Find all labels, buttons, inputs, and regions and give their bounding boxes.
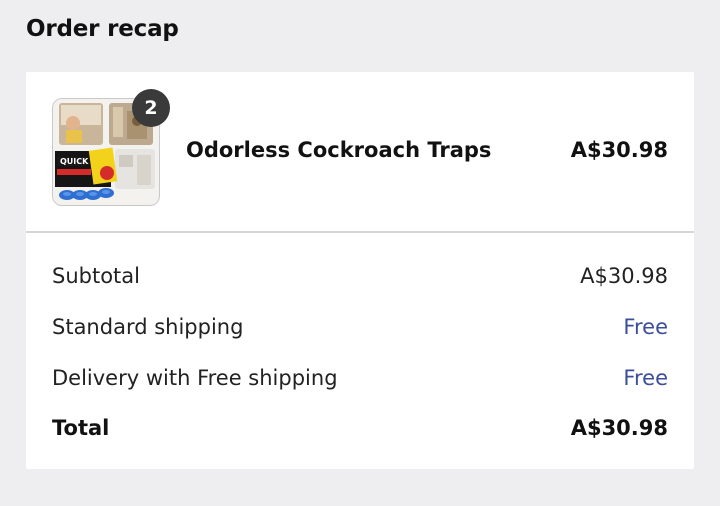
standard-shipping-row: Standard shipping Free [52, 312, 668, 342]
total-row: Total A$30.98 [52, 413, 668, 443]
product-price: A$30.98 [570, 138, 668, 162]
subtotal-value: A$30.98 [580, 264, 668, 288]
delivery-row: Delivery with Free shipping Free [52, 363, 668, 393]
package-brand-text: QUICK [60, 157, 89, 166]
standard-shipping-value: Free [623, 315, 668, 339]
subtotal-label: Subtotal [52, 264, 140, 288]
standard-shipping-label: Standard shipping [52, 315, 244, 339]
total-value: A$30.98 [570, 416, 668, 440]
delivery-label: Delivery with Free shipping [52, 366, 338, 390]
order-recap-title: Order recap [26, 16, 179, 42]
divider [26, 231, 694, 233]
product-name: Odorless Cockroach Traps [186, 138, 492, 162]
total-label: Total [52, 416, 110, 440]
subtotal-row: Subtotal A$30.98 [52, 261, 668, 291]
order-recap-card: QUICK 2 Odorless Cockroach Traps A$30.98… [26, 72, 694, 469]
quantity-badge: 2 [132, 89, 170, 127]
line-item: QUICK 2 Odorless Cockroach Traps A$30.98 [26, 72, 694, 232]
delivery-value: Free [623, 366, 668, 390]
